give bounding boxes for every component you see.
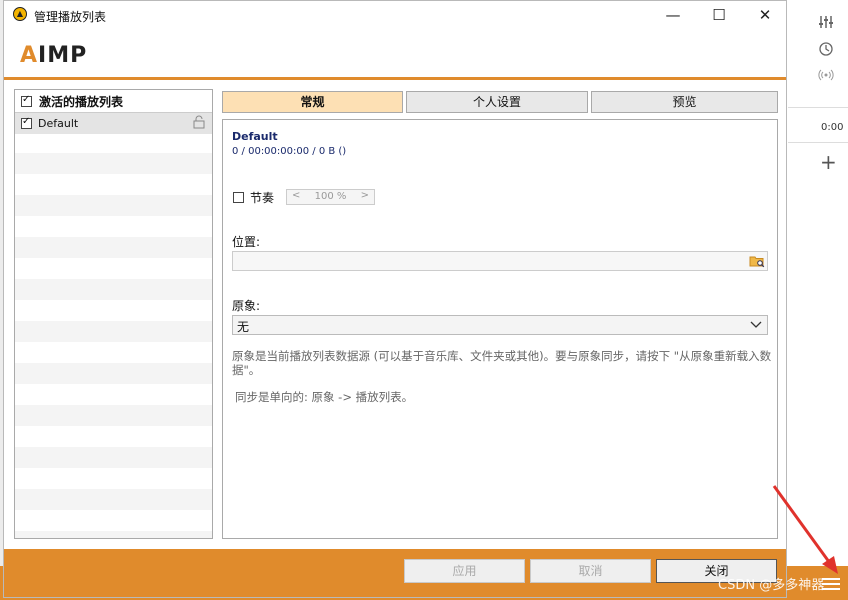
menu-icon[interactable]	[822, 577, 840, 591]
apply-button[interactable]: 应用	[404, 559, 525, 583]
location-label: 位置:	[232, 235, 261, 249]
background-divider	[788, 142, 848, 143]
aimp-logo: AIMP	[20, 43, 88, 68]
general-settings-panel: Default 0 / 00:00:00:00 / 0 B () 节奏 < 10…	[222, 119, 778, 539]
manage-playlists-dialog: ▲ 管理播放列表 — ☐ ✕ AIMP 激活的播放列表 Default 常规 个…	[3, 0, 787, 598]
tab-personal-settings[interactable]: 个人设置	[406, 91, 588, 113]
accent-divider	[4, 77, 786, 80]
playlist-stats: 0 / 00:00:00:00 / 0 B ()	[232, 146, 347, 157]
increase-icon[interactable]: >	[361, 190, 369, 201]
add-icon[interactable]: +	[820, 150, 837, 174]
playlist-list: 激活的播放列表 Default	[14, 89, 213, 539]
list-item[interactable]: Default	[15, 113, 212, 134]
tab-general[interactable]: 常规	[222, 91, 403, 113]
broadcast-icon[interactable]	[818, 68, 834, 82]
playlist-name: Default	[38, 117, 79, 130]
rhythm-label: 节奏	[250, 191, 275, 205]
playlist-list-header-label: 激活的播放列表	[39, 95, 124, 109]
equalizer-icon[interactable]	[818, 14, 834, 30]
background-time: 0:00	[821, 122, 844, 133]
window-title: 管理播放列表	[34, 10, 107, 24]
logo-banner: AIMP	[4, 31, 786, 78]
rhythm-stepper[interactable]: < 100 % >	[286, 189, 375, 205]
source-description: 原象是当前播放列表数据源 (可以基于音乐库、文件夹或其他)。要与原象同步，请按下…	[232, 349, 772, 377]
minimize-button[interactable]: —	[650, 1, 696, 31]
source-dropdown[interactable]: 无	[232, 315, 768, 335]
aimp-app-icon: ▲	[13, 7, 27, 21]
select-all-checkbox[interactable]	[21, 94, 32, 107]
cancel-button[interactable]: 取消	[530, 559, 651, 583]
rhythm-checkbox[interactable]	[233, 192, 244, 203]
title-bar[interactable]: ▲ 管理播放列表 — ☐ ✕	[4, 1, 786, 31]
location-field[interactable]	[232, 251, 768, 271]
chevron-down-icon	[750, 321, 762, 328]
playlist-checkbox[interactable]	[21, 116, 32, 129]
annotation-arrow	[772, 485, 838, 574]
browse-folder-icon[interactable]	[749, 254, 765, 268]
playlist-title: Default	[232, 130, 278, 143]
source-label: 原象:	[232, 299, 261, 313]
playlist-list-header[interactable]: 激活的播放列表	[15, 90, 212, 113]
source-selected-value: 无	[237, 320, 250, 334]
close-window-button[interactable]: ✕	[742, 1, 788, 31]
tab-preview[interactable]: 预览	[591, 91, 778, 113]
sync-note: 同步是单向的: 原象 -> 播放列表。	[235, 390, 414, 404]
background-divider	[788, 107, 848, 108]
maximize-button[interactable]: ☐	[696, 1, 742, 31]
unlock-icon[interactable]	[193, 115, 205, 129]
watermark: CSDN @多多神器	[718, 578, 825, 593]
clock-icon[interactable]	[819, 42, 833, 56]
